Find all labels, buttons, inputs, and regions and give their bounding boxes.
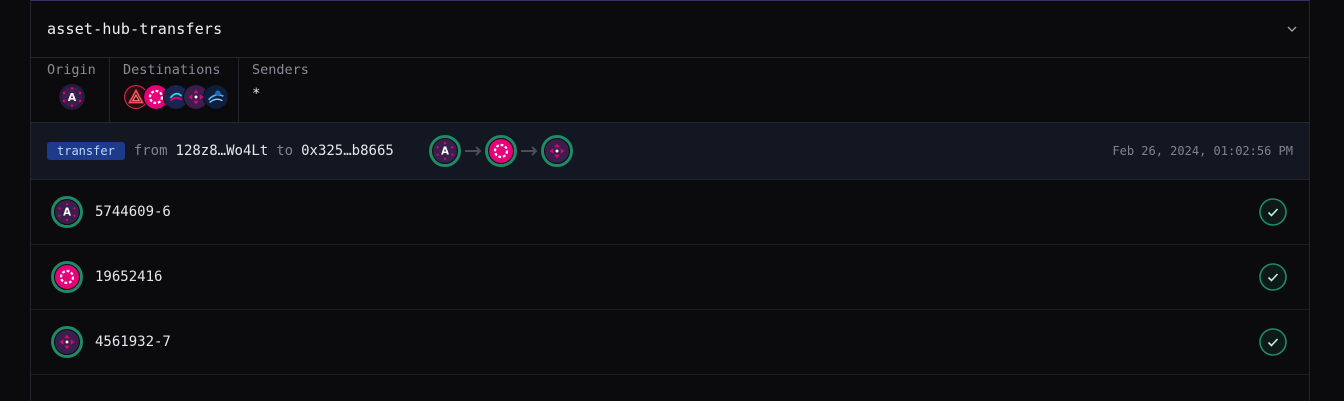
check-circle-icon[interactable] — [1259, 198, 1287, 226]
check-circle-icon[interactable] — [1259, 328, 1287, 356]
subscription-panel: asset-hub-transfers Origin A Destination… — [30, 0, 1310, 401]
to-word: to — [276, 143, 294, 159]
arrow-right-icon — [461, 135, 485, 167]
senders-value: * — [252, 86, 261, 102]
journey-step[interactable]: 4561932-7 — [31, 310, 1309, 375]
svg-text:A: A — [68, 91, 77, 104]
svg-text:A: A — [441, 147, 449, 158]
journey-step[interactable]: A 5744609-6 — [31, 180, 1309, 245]
chevron-down-icon[interactable] — [1285, 22, 1299, 36]
check-circle-icon[interactable] — [1259, 263, 1287, 291]
origin-label: Origin — [47, 62, 96, 78]
destinations-column: Destinations — [110, 58, 239, 122]
senders-column: Senders * — [239, 58, 319, 122]
route-path: A — [429, 135, 573, 167]
block-number[interactable]: 4561932-7 — [95, 334, 171, 350]
to-address[interactable]: 0x325…b8665 — [301, 143, 394, 159]
block-number[interactable]: 5744609-6 — [95, 204, 171, 220]
from-word: from — [133, 143, 168, 159]
bifrost-icon — [51, 326, 83, 358]
subscription-meta: Origin A Destinations Senders * — [31, 58, 1309, 123]
subscription-header[interactable]: asset-hub-transfers — [31, 1, 1309, 58]
polkadot-icon — [51, 261, 83, 293]
svg-text:A: A — [63, 208, 71, 219]
senders-label: Senders — [252, 62, 309, 78]
event-timestamp: Feb 26, 2024, 01:02:56 PM — [1112, 144, 1293, 158]
assethub-icon: A — [59, 84, 85, 110]
destinations-label: Destinations — [123, 62, 221, 78]
origin-column: Origin A — [31, 58, 110, 122]
assethub-icon: A — [51, 196, 83, 228]
block-number[interactable]: 19652416 — [95, 269, 162, 285]
moonbeam-icon — [203, 84, 229, 110]
arrow-right-icon — [517, 135, 541, 167]
journey-step[interactable]: 19652416 — [31, 245, 1309, 310]
route-polkadot-icon — [485, 135, 517, 167]
event-type-badge: transfer — [47, 142, 125, 160]
subscription-title: asset-hub-transfers — [47, 20, 223, 38]
transfer-event[interactable]: transfer from 128z8…Wo4Lt to 0x325…b8665… — [31, 123, 1309, 180]
route-bifrost-icon — [541, 135, 573, 167]
route-assethub-icon: A — [429, 135, 461, 167]
from-address[interactable]: 128z8…Wo4Lt — [176, 143, 269, 159]
